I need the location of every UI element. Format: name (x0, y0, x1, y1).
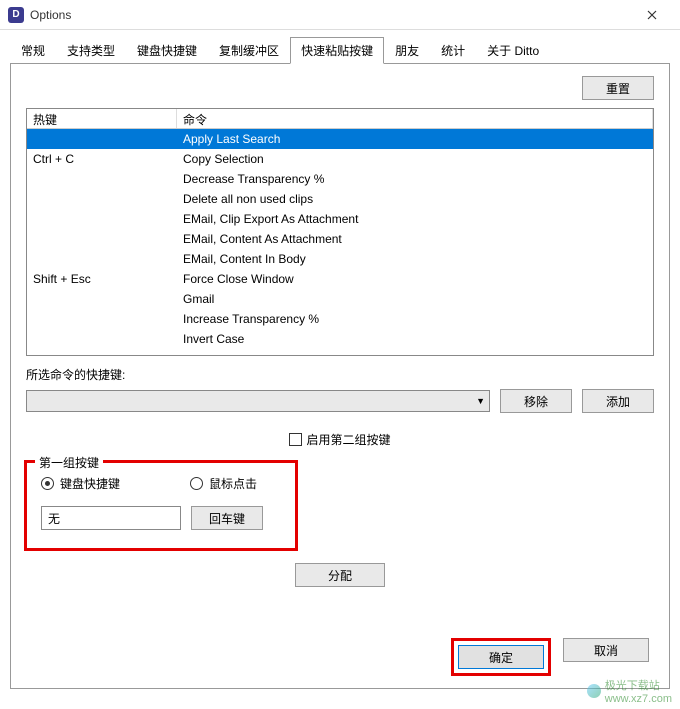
table-body[interactable]: Apply Last SearchCtrl + CCopy SelectionD… (27, 129, 653, 356)
tab-4[interactable]: 快速粘贴按键 (290, 37, 384, 64)
close-button[interactable] (632, 1, 672, 29)
keyboard-shortcut-radio[interactable] (41, 477, 54, 490)
cell-command: Delete all non used clips (177, 192, 653, 206)
cell-command: EMail, Content As Attachment (177, 232, 653, 246)
hotkey-input[interactable] (41, 506, 181, 530)
ok-button-highlight: 确定 (451, 638, 551, 676)
tab-1[interactable]: 支持类型 (56, 37, 126, 64)
assign-button[interactable]: 分配 (295, 563, 385, 587)
enter-key-button[interactable]: 回车键 (191, 506, 263, 530)
cell-hotkey: Ctrl + C (27, 152, 177, 166)
tab-panel-quick-paste: 重置 热键 命令 Apply Last SearchCtrl + CCopy S… (10, 63, 670, 689)
tab-6[interactable]: 统计 (430, 37, 476, 64)
table-row[interactable]: Increase Transparency % (27, 309, 653, 329)
table-row[interactable]: EMail, Content As Attachment (27, 229, 653, 249)
table-header: 热键 命令 (27, 109, 653, 129)
column-header-hotkey[interactable]: 热键 (27, 109, 177, 128)
tab-0[interactable]: 常规 (10, 37, 56, 64)
hotkey-dropdown[interactable]: ▼ (26, 390, 490, 412)
column-header-command[interactable]: 命令 (177, 109, 653, 128)
selected-command-label: 所选命令的快捷键: (26, 366, 654, 383)
table-row[interactable]: Invert Case (27, 329, 653, 349)
table-row[interactable]: Decrease Transparency % (27, 169, 653, 189)
chevron-down-icon: ▼ (476, 396, 485, 406)
cell-command: Copy Selection (177, 152, 653, 166)
enable-second-group-label: 启用第二组按键 (306, 431, 390, 448)
table-row[interactable]: Ctrl + CCopy Selection (27, 149, 653, 169)
table-row[interactable]: EMail, Clip Export As Attachment (27, 209, 653, 229)
cell-command: Force Close Window (177, 272, 653, 286)
cell-hotkey: Shift + Esc (27, 272, 177, 286)
mouse-click-radio[interactable] (190, 477, 203, 490)
ok-button[interactable]: 确定 (458, 645, 544, 669)
tab-7[interactable]: 关于 Ditto (476, 37, 550, 64)
cell-command: Invert Case (177, 332, 653, 346)
table-row[interactable]: Apply Last Search (27, 129, 653, 149)
mouse-click-label: 鼠标点击 (209, 475, 257, 492)
cell-command: Gmail (177, 292, 653, 306)
tab-3[interactable]: 复制缓冲区 (208, 37, 290, 64)
window-title: Options (30, 8, 71, 22)
table-row[interactable]: Delete all non used clips (27, 189, 653, 209)
enable-second-group-checkbox[interactable] (289, 433, 302, 446)
keyboard-shortcut-label: 键盘快捷键 (60, 475, 120, 492)
tab-bar: 常规支持类型键盘快捷键复制缓冲区快速粘贴按键朋友统计关于 Ditto (0, 30, 680, 63)
tab-2[interactable]: 键盘快捷键 (126, 37, 208, 64)
cell-command: EMail, Clip Export As Attachment (177, 212, 653, 226)
close-icon (647, 10, 657, 20)
tab-5[interactable]: 朋友 (384, 37, 430, 64)
cancel-button[interactable]: 取消 (563, 638, 649, 662)
cell-command: Apply Last Search (177, 132, 653, 146)
reset-button[interactable]: 重置 (582, 76, 654, 100)
cell-command: EMail, Content In Body (177, 252, 653, 266)
hotkey-table: 热键 命令 Apply Last SearchCtrl + CCopy Sele… (26, 108, 654, 356)
table-row[interactable]: Gmail (27, 289, 653, 309)
titlebar: D Options (0, 0, 680, 30)
table-row[interactable]: EMail, Content In Body (27, 249, 653, 269)
watermark-url: www.xz7.com (605, 693, 672, 705)
first-group-fieldset: 第一组按键 键盘快捷键 鼠标点击 回车键 (26, 462, 296, 549)
cell-command: Decrease Transparency % (177, 172, 653, 186)
add-button[interactable]: 添加 (582, 389, 654, 413)
table-row[interactable]: Shift + EscForce Close Window (27, 269, 653, 289)
cell-command: Increase Transparency % (177, 312, 653, 326)
app-icon: D (8, 7, 24, 23)
remove-button[interactable]: 移除 (500, 389, 572, 413)
first-group-legend: 第一组按键 (35, 454, 103, 471)
